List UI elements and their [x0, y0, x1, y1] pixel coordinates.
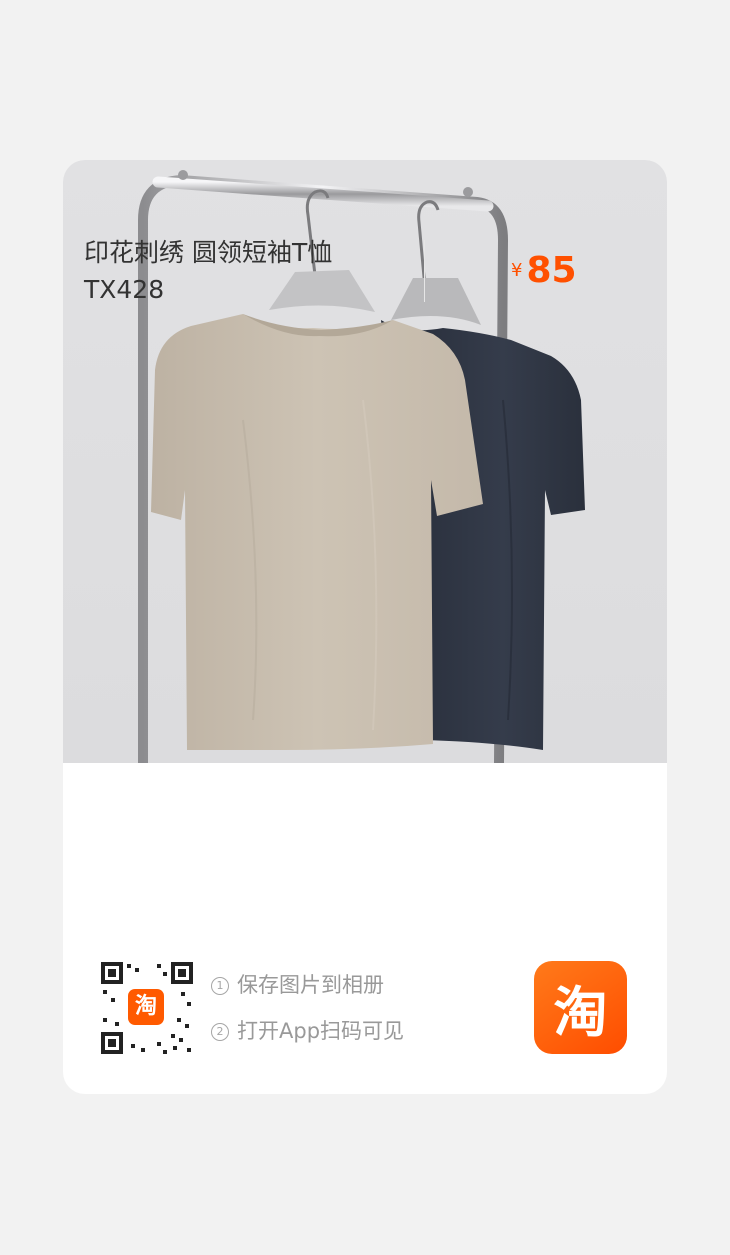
step-number: 1 — [211, 977, 229, 995]
product-title: 印花刺绣 圆领短袖T恤 TX428 — [84, 238, 333, 304]
step-text: 保存图片到相册 — [237, 973, 384, 997]
qr-code-icon[interactable]: 淘 — [97, 958, 197, 1058]
product-price: ¥85 — [511, 250, 577, 291]
taobao-logo-icon[interactable]: 淘 — [534, 961, 627, 1054]
step-text: 打开App扫码可见 — [237, 1019, 405, 1043]
step-save-image: 1 保存图片到相册 — [211, 964, 404, 1010]
scan-instructions: 1 保存图片到相册 2 打开App扫码可见 — [211, 964, 404, 1056]
step-open-app: 2 打开App扫码可见 — [211, 1010, 404, 1056]
divider — [424, 240, 425, 302]
product-info — [63, 763, 667, 933]
step-number: 2 — [211, 1023, 229, 1041]
price-value: 85 — [526, 250, 577, 291]
currency-symbol: ¥ — [511, 260, 523, 281]
qr-taobao-badge: 淘 — [128, 989, 164, 1025]
share-card: 印花刺绣 圆领短袖T恤 TX428 ¥85 淘 1 保存图片到相册 2 打开Ap… — [63, 160, 667, 1094]
